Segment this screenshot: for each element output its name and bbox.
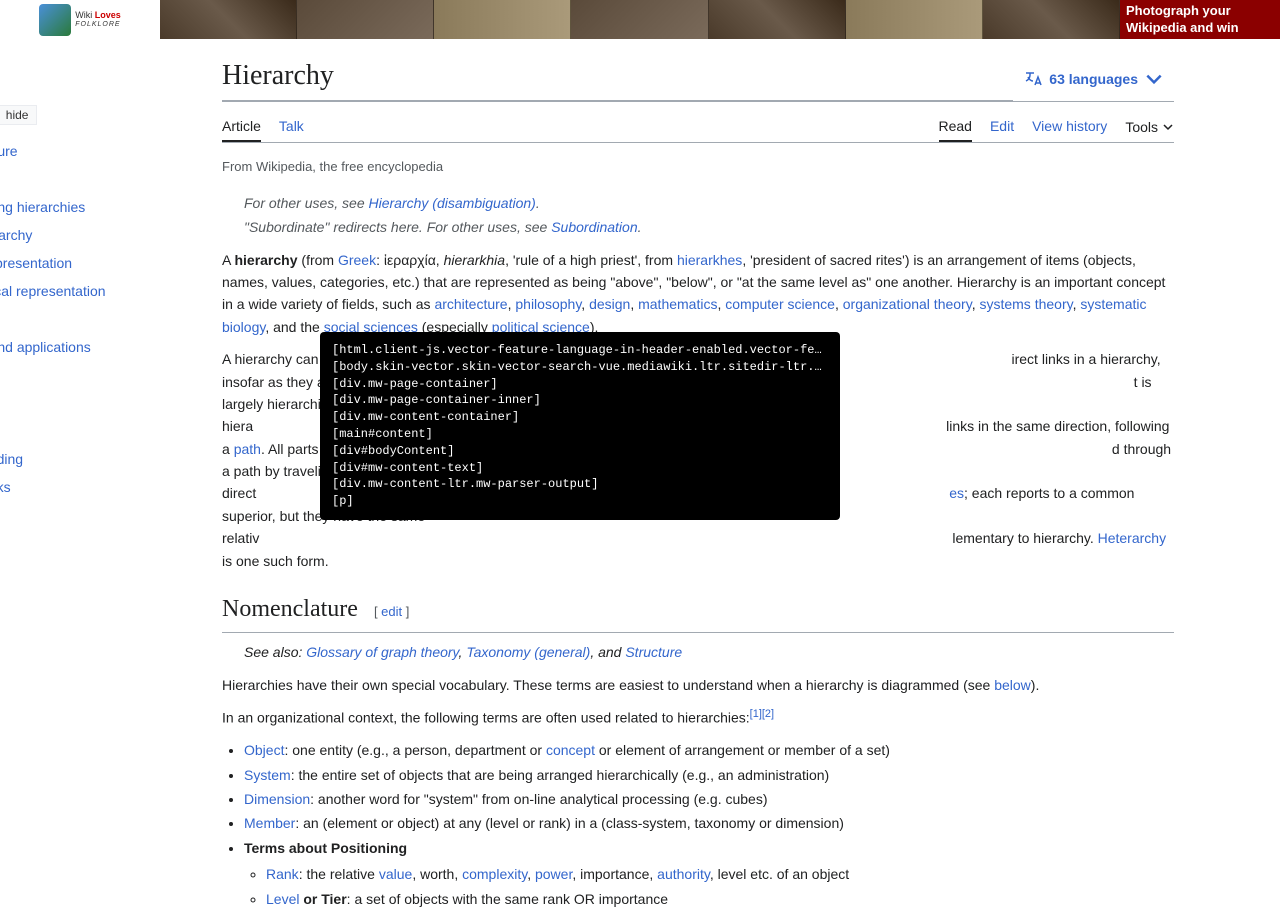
toc-item: enclature bbox=[0, 137, 160, 165]
devtools-path-tooltip: [html.client-js.vector-feature-language-… bbox=[320, 332, 840, 520]
page-title: Hierarchy bbox=[222, 60, 1013, 101]
toc-item: isms bbox=[0, 361, 160, 389]
toc-item: er reading bbox=[0, 445, 160, 473]
list-item: Terms about Positioning Rank: the relati… bbox=[244, 837, 1174, 910]
toc-item: nal links bbox=[0, 473, 160, 501]
toc-item: al hierarchy bbox=[0, 221, 160, 249]
toc-link[interactable]: al hierarchy bbox=[0, 227, 32, 243]
link-field[interactable]: organizational theory bbox=[843, 296, 972, 312]
see-also-note: See also: Glossary of graph theory, Taxo… bbox=[222, 641, 1174, 663]
toc-link[interactable]: exts and applications bbox=[0, 339, 91, 355]
link-below[interactable]: below bbox=[994, 677, 1031, 693]
page-subtitle: From Wikipedia, the free encyclopedia bbox=[222, 157, 1174, 178]
link-field[interactable]: philosophy bbox=[515, 296, 581, 312]
chevron-down-icon bbox=[1144, 69, 1164, 89]
term-rank[interactable]: Rank bbox=[266, 866, 299, 882]
toc-item: exts and applications bbox=[0, 333, 160, 361]
toc-item: nal representation bbox=[0, 249, 160, 277]
hatnote-disambiguation: For other uses, see Hierarchy (disambigu… bbox=[222, 192, 1174, 214]
link-hierarkhes[interactable]: hierarkhes bbox=[677, 252, 742, 268]
ref-2[interactable]: [2] bbox=[762, 708, 774, 720]
link-structure[interactable]: Structure bbox=[625, 644, 682, 660]
link-heterarchy[interactable]: Heterarchy bbox=[1098, 530, 1166, 546]
tab-read[interactable]: Read bbox=[939, 110, 972, 142]
section-nomenclature: Nomenclature [ edit ] bbox=[222, 590, 1174, 633]
term-member[interactable]: Member bbox=[244, 815, 295, 831]
term-object[interactable]: Object bbox=[244, 742, 284, 758]
toc-item: also bbox=[0, 389, 160, 417]
toc-link[interactable]: esenting hierarchies bbox=[0, 199, 85, 215]
link-field[interactable]: computer science bbox=[725, 296, 835, 312]
link-disambiguation[interactable]: Hierarchy (disambiguation) bbox=[369, 195, 536, 211]
terms-list: Object: one entity (e.g., a person, depa… bbox=[244, 739, 1174, 910]
term-dimension[interactable]: Dimension bbox=[244, 791, 310, 807]
list-item: Rank: the relative value, worth, complex… bbox=[266, 863, 1174, 885]
nomen-p2: In an organizational context, the follow… bbox=[222, 706, 1174, 729]
tools-menu[interactable]: Tools bbox=[1125, 110, 1174, 142]
banner-image-strip bbox=[160, 0, 1120, 39]
toc-sidebar: ents hide enclatureologyesenting hierarc… bbox=[0, 105, 160, 501]
tab-history[interactable]: View history bbox=[1032, 110, 1107, 142]
nomen-p1: Hierarchies have their own special vocab… bbox=[222, 674, 1174, 696]
toc-item: ematical representation bbox=[0, 277, 160, 305]
list-item: System: the entire set of objects that a… bbox=[244, 764, 1174, 786]
link-concept[interactable]: concept bbox=[546, 742, 595, 758]
tab-edit[interactable]: Edit bbox=[990, 110, 1014, 142]
list-item: Object: one entity (e.g., a person, depa… bbox=[244, 739, 1174, 761]
ref-1[interactable]: [1] bbox=[750, 708, 762, 720]
term-system[interactable]: System bbox=[244, 767, 291, 783]
toc-link[interactable]: nal links bbox=[0, 479, 11, 495]
hide-toc-button[interactable]: hide bbox=[0, 105, 37, 125]
link-field[interactable]: architecture bbox=[434, 296, 507, 312]
banner-logo[interactable]: Wiki Loves FOLKLORE bbox=[0, 0, 160, 39]
link-path[interactable]: path bbox=[234, 441, 261, 457]
toc-item: notes bbox=[0, 417, 160, 445]
page-tabs: Article Talk Read Edit View history Tool… bbox=[222, 110, 1174, 143]
list-item: Dimension: another word for "system" fro… bbox=[244, 788, 1174, 810]
list-item: Level or Tier: a set of objects with the… bbox=[266, 888, 1174, 910]
toc-link[interactable]: ematical representation bbox=[0, 283, 106, 299]
link-field[interactable]: design bbox=[589, 296, 630, 312]
toc-link[interactable]: er reading bbox=[0, 451, 23, 467]
toc-item: ypes bbox=[0, 305, 160, 333]
toc-link[interactable]: nal representation bbox=[0, 255, 72, 271]
banner-cta[interactable]: Photograph your Wikipedia and win bbox=[1120, 1, 1280, 39]
toc-item: ology bbox=[0, 165, 160, 193]
tab-talk[interactable]: Talk bbox=[279, 110, 304, 142]
edit-section-link[interactable]: edit bbox=[381, 604, 402, 619]
lead-paragraph-1: A hierarchy (from Greek: ἱεραρχία, hiera… bbox=[222, 249, 1174, 339]
toc-link[interactable]: enclature bbox=[0, 143, 18, 159]
link-taxonomy[interactable]: Taxonomy (general) bbox=[466, 644, 590, 660]
link-field[interactable]: systems theory bbox=[979, 296, 1072, 312]
language-icon bbox=[1023, 69, 1043, 89]
link-subordination[interactable]: Subordination bbox=[551, 219, 637, 235]
link-field[interactable]: mathematics bbox=[638, 296, 717, 312]
folklore-logo-icon bbox=[39, 4, 71, 36]
language-selector[interactable]: 63 languages bbox=[1013, 63, 1174, 95]
hatnote-redirect: "Subordinate" redirects here. For other … bbox=[222, 216, 1174, 238]
toc-item: esenting hierarchies bbox=[0, 193, 160, 221]
link-greek[interactable]: Greek bbox=[338, 252, 376, 268]
list-item: Member: an (element or object) at any (l… bbox=[244, 812, 1174, 834]
term-level[interactable]: Level bbox=[266, 891, 299, 907]
promo-banner: Wiki Loves FOLKLORE Photograph your Wiki… bbox=[0, 0, 1280, 39]
chevron-down-icon bbox=[1162, 121, 1174, 133]
link-glossary[interactable]: Glossary of graph theory bbox=[306, 644, 458, 660]
tab-article[interactable]: Article bbox=[222, 110, 261, 142]
